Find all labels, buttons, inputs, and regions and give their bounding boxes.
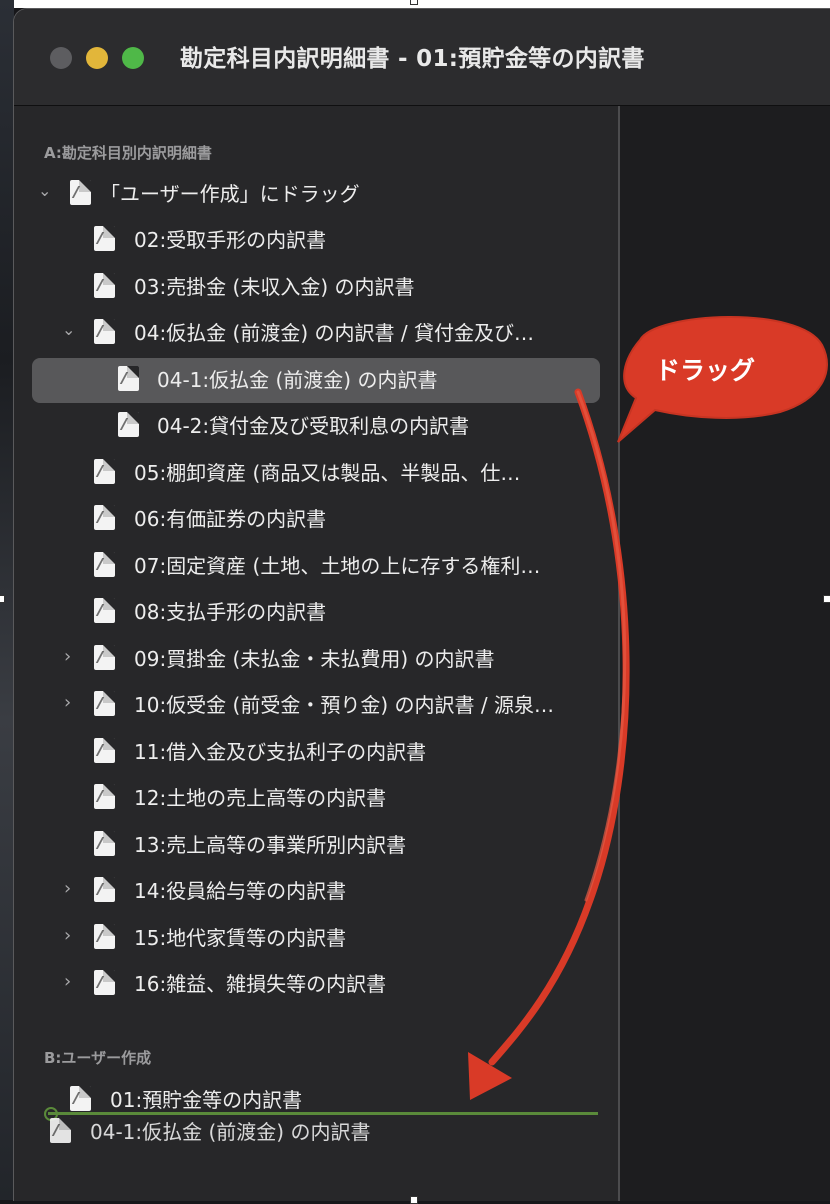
resize-handle xyxy=(410,1196,418,1204)
annotation-arrow xyxy=(468,316,828,1100)
callout-label: ドラッグ xyxy=(655,356,756,385)
resize-handle xyxy=(410,0,418,5)
resize-handle xyxy=(823,595,830,603)
resize-handle xyxy=(0,595,5,603)
